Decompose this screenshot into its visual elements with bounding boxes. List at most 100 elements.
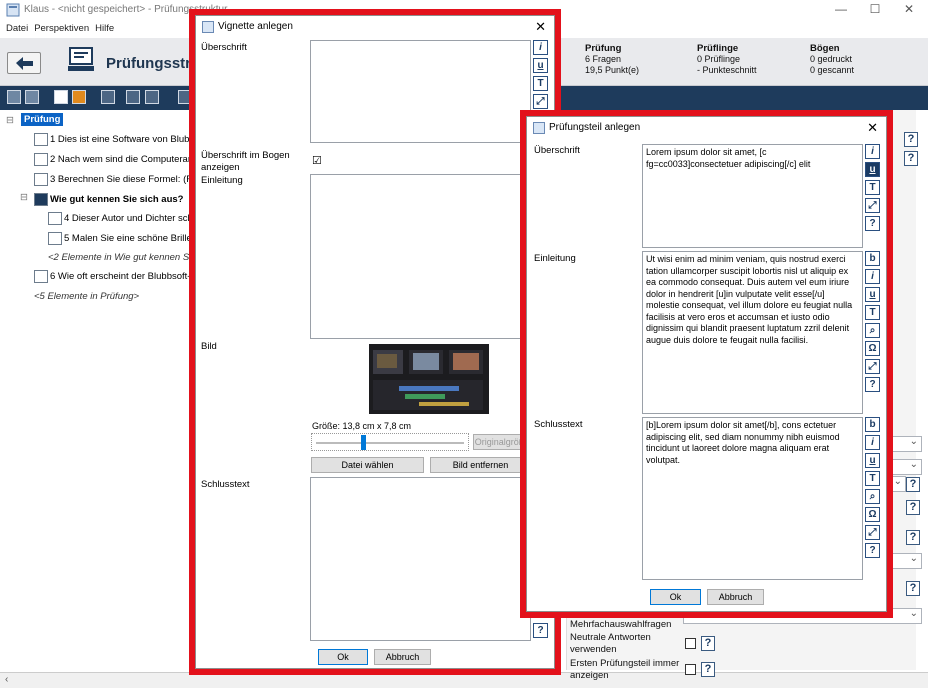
mehrfach-label: Mehrfachauswahlfragen [570,619,672,630]
abbruch-button[interactable]: Abbruch [374,649,431,665]
text-color-icon[interactable]: T [865,180,880,195]
underline-icon[interactable]: u [533,58,548,73]
dialog-title: Vignette anlegen [218,21,293,32]
help-button[interactable]: ? [904,132,918,147]
close-icon[interactable]: ✕ [535,19,546,35]
neutrale-checkbox[interactable] [685,638,696,649]
ok-button[interactable]: Ok [650,589,701,605]
help-button[interactable]: ? [906,581,920,596]
dropdown[interactable] [892,553,922,569]
omega-icon[interactable]: Ω [865,507,880,522]
tree-collapse-icon[interactable]: ⊟ [20,192,28,203]
dropdown[interactable] [892,476,906,492]
bold-icon[interactable]: b [865,251,880,266]
tree-item[interactable]: 6 Wie oft erscheint der Blubbsoft-Logo [34,270,212,283]
ueberschrift-im-bogen-checkbox[interactable]: ☑ [312,154,322,167]
help-icon[interactable]: ? [865,543,880,558]
format-toolbar: b i u T ⌕ Ω ⤢ ? [865,417,881,561]
italic-icon[interactable]: i [865,435,880,450]
underline-icon[interactable]: u [865,453,880,468]
ersten-checkbox[interactable] [685,664,696,675]
add-group-icon[interactable] [72,90,86,104]
italic-icon[interactable]: i [865,269,880,284]
text-color-icon[interactable]: T [533,76,548,91]
trash-icon[interactable] [145,90,159,104]
tree-summary: <5 Elemente in Prüfung> [34,291,140,302]
minimize-button[interactable]: — [826,2,856,16]
help-button[interactable]: ? [906,500,920,515]
format-toolbar: i u T ⤢ ? [865,144,881,234]
menu-perspektiven[interactable]: Perspektiven [34,23,89,34]
tree-item[interactable]: 1 Dies ist eine Software von Blubbsoft [34,133,210,146]
einleitung-textarea[interactable]: Ut wisi enim ad minim veniam, quis nostr… [642,251,863,414]
expand-icon[interactable]: ⤢ [865,525,880,540]
tree-root[interactable]: Prüfung [21,113,64,126]
add-question-icon[interactable] [54,90,68,104]
size-slider[interactable] [311,433,469,451]
datei-waehlen-button[interactable]: Datei wählen [311,457,424,473]
tree-item[interactable]: 5 Malen Sie eine schöne Brille [48,232,192,245]
bold-icon[interactable]: b [865,417,880,432]
expand-icon[interactable]: ⤢ [533,94,548,109]
help-icon[interactable]: ? [865,377,880,392]
schlusstext-textarea[interactable]: [b]Lorem ipsum dolor sit amet[/b], cons … [642,417,863,580]
dialog-title-bar: Prüfungsteil anlegen ✕ [527,117,886,139]
tree-item[interactable]: 4 Dieser Autor und Dichter schrieb [48,212,209,225]
text-color-icon[interactable]: T [865,471,880,486]
close-icon[interactable]: ✕ [867,120,878,136]
structure-icon [66,46,98,77]
text-color-icon[interactable]: T [865,305,880,320]
dropdown[interactable] [892,459,922,475]
underline-icon[interactable]: u [865,287,880,302]
copy-icon[interactable] [101,90,115,104]
stats-boegen: Bögen 0 gedruckt 0 gescannt [810,43,855,75]
ueberschrift-im-bogen-label: Überschrift im Bogen anzeigen [201,150,290,173]
close-button[interactable]: ✕ [894,2,924,16]
schlusstext-label: Schlusstext [201,479,250,490]
italic-icon[interactable]: i [865,144,880,159]
schlusstext-textarea[interactable] [310,477,531,641]
help-button[interactable]: ? [906,530,920,545]
ueberschrift-label: Überschrift [201,42,247,53]
dropdown[interactable] [892,436,922,452]
einleitung-textarea[interactable] [310,174,531,339]
bild-entfernen-button[interactable]: Bild entfernen [430,457,531,473]
underline-icon[interactable]: u [865,162,880,177]
image-preview [369,344,489,414]
app-icon [6,3,20,17]
help-button[interactable]: ? [701,636,715,651]
format-toolbar: ? [533,623,549,641]
help-icon[interactable]: ? [533,623,548,638]
dialog-icon [533,122,545,134]
list-view-icon[interactable] [25,90,39,104]
format-toolbar: b i u T ⌕ Ω ⤢ ? [865,251,881,395]
delete-icon[interactable] [126,90,140,104]
format-toolbar: i u T ⤢ [533,40,549,112]
tree-item[interactable]: 3 Berechnen Sie diese Formel: (F [34,173,192,186]
ueberschrift-textarea[interactable] [310,40,531,143]
omega-icon[interactable]: Ω [865,341,880,356]
ueberschrift-textarea[interactable]: Lorem ipsum dolor sit amet, [c fg=cc0033… [642,144,863,248]
tree-collapse-icon[interactable]: ⊟ [6,115,14,126]
help-icon[interactable]: ? [865,216,880,231]
abbruch-button[interactable]: Abbruch [707,589,764,605]
maximize-button[interactable]: ☐ [860,2,890,16]
help-button[interactable]: ? [906,477,920,492]
dialog-title: Prüfungsteil anlegen [549,122,641,133]
ok-button[interactable]: Ok [318,649,368,665]
find-icon[interactable]: ⌕ [865,489,880,504]
expand-icon[interactable]: ⤢ [865,198,880,213]
back-button[interactable] [7,52,41,74]
menu-datei[interactable]: Datei [6,23,28,34]
help-button[interactable]: ? [904,151,918,166]
menu-hilfe[interactable]: Hilfe [95,23,114,34]
tree-group[interactable]: Wie gut kennen Sie sich aus? [34,193,183,206]
einleitung-label: Einleitung [201,175,243,186]
neutrale-label: Neutrale Antworten verwenden [570,632,651,655]
ersten-label: Ersten Prüfungsteil immer anzeigen [570,658,680,681]
italic-icon[interactable]: i [533,40,548,55]
find-icon[interactable]: ⌕ [865,323,880,338]
tree-view-icon[interactable] [7,90,21,104]
expand-icon[interactable]: ⤢ [865,359,880,374]
help-button[interactable]: ? [701,662,715,677]
